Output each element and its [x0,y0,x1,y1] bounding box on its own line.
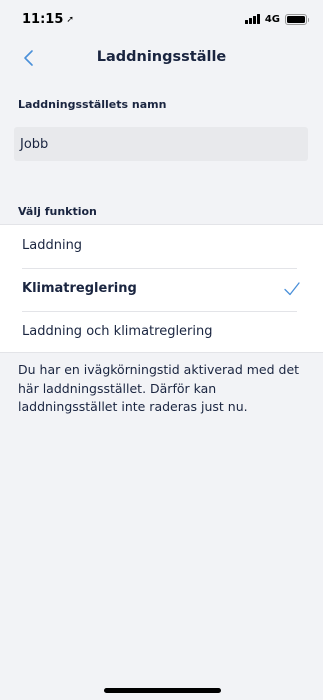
battery-icon [285,13,309,25]
cellular-signal-icon [244,14,260,24]
status-bar: 11:15 ➚ 4G [0,0,323,38]
name-field[interactable]: Jobb [14,127,308,161]
name-section-label: Laddningsställets namn [18,98,167,111]
page-title: Laddningsställe [96,49,227,65]
option-label: Klimatreglering [22,281,137,296]
function-section-label: Välj funktion [18,205,97,218]
navigation-bar: Laddningsställe [0,38,323,82]
status-indicators: 4G [244,13,309,25]
checkmark-icon [284,282,300,296]
option-laddning-och-klimatreglering[interactable]: Laddning och klimatreglering [0,311,323,354]
option-klimatreglering[interactable]: Klimatreglering [0,268,323,311]
name-field-value: Jobb [20,136,49,152]
clock-time: 11:15 [22,12,64,27]
status-time: 11:15 ➚ [22,12,74,27]
option-label: Laddning och klimatreglering [22,324,213,339]
network-type: 4G [264,13,280,25]
location-arrow-icon: ➚ [66,15,74,25]
battery-level [287,15,305,23]
option-label: Laddning [22,238,83,253]
option-laddning[interactable]: Laddning [0,225,323,268]
home-indicator[interactable] [104,688,221,693]
info-message: Du har en ivägkörningstid aktiverad med … [18,362,300,414]
function-options-list: Laddning Klimatreglering Laddning och kl… [0,224,323,353]
